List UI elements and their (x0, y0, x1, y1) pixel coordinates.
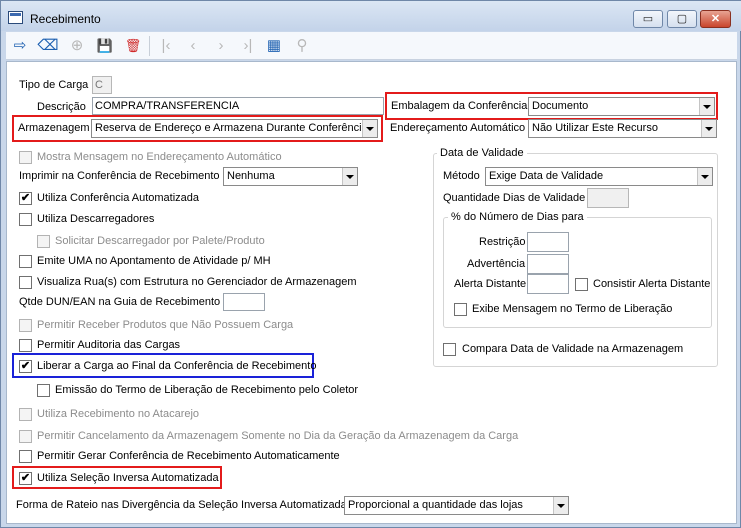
armazenagem-select[interactable]: Reserva de Endereço e Armazena Durante C… (91, 119, 378, 138)
add-icon[interactable]: ⊕ (66, 35, 88, 57)
utiliza-atacarejo-checkbox[interactable] (19, 408, 32, 421)
title-bar: Recebimento ▭ ▢ ✕ (1, 1, 741, 31)
enderecamento-label: Endereçamento Automático (390, 122, 526, 134)
imprimir-select[interactable]: Nenhuma (223, 167, 358, 186)
quantidade-dias-label: Quantidade Dias de Validade (443, 192, 586, 204)
imprimir-label: Imprimir na Conferência de Recebimento (19, 170, 220, 182)
solicitar-descarregador-label: Solicitar Descarregador por Palete/Produ… (55, 235, 265, 247)
consistir-alerta-label: Consistir Alerta Distante (593, 278, 711, 290)
embalagem-value: Documento (532, 100, 589, 112)
delete-icon[interactable]: 🗑 (122, 35, 144, 57)
permitir-gerar-checkbox[interactable] (19, 450, 32, 463)
enderecamento-value: Não Utilizar Este Recurso (532, 122, 658, 134)
emissao-termo-checkbox[interactable] (37, 384, 50, 397)
qtde-dun-input[interactable] (223, 293, 265, 311)
tipo-carga-field[interactable]: C (92, 76, 112, 94)
eraser-icon[interactable]: ⌫ (37, 35, 59, 57)
alerta-distante-input[interactable] (527, 274, 569, 294)
embalagem-label: Embalagem da Conferência (391, 100, 528, 112)
metodo-label: Método (443, 170, 480, 182)
next-icon[interactable]: › (210, 35, 232, 57)
metodo-select[interactable]: Exige Data de Validade (485, 167, 713, 186)
chevron-down-icon[interactable] (553, 497, 568, 514)
forma-rateio-value: Proporcional a quantidade das lojas (348, 499, 523, 511)
grid-icon[interactable]: ▦ (263, 35, 285, 57)
toolbar: ⇨ ⌫ ⊕ 💾 🗑 |‹ ‹ › ›| ▦ ⚲ (6, 32, 737, 60)
utiliza-conferencia-label: Utiliza Conferência Automatizada (37, 192, 200, 204)
permitir-cancelamento-label: Permitir Cancelamento da Armazenagem Som… (37, 430, 519, 442)
emite-uma-checkbox[interactable] (19, 255, 32, 268)
permitir-receber-checkbox[interactable] (19, 319, 32, 332)
window-app-icon (8, 11, 23, 24)
permitir-auditoria-label: Permitir Auditoria das Cargas (37, 339, 181, 351)
window: Recebimento ▭ ▢ ✕ ⇨ ⌫ ⊕ 💾 🗑 |‹ ‹ › ›| ▦ … (0, 0, 741, 528)
window-title: Recebimento (30, 12, 101, 26)
utiliza-descarregadores-checkbox[interactable] (19, 213, 32, 226)
utiliza-atacarejo-label: Utiliza Recebimento no Atacarejo (37, 408, 200, 420)
permitir-auditoria-checkbox[interactable] (19, 339, 32, 352)
armazenagem-label: Armazenagem (18, 122, 90, 134)
prev-icon[interactable]: ‹ (182, 35, 204, 57)
exibe-mensagem-label: Exibe Mensagem no Termo de Liberação (472, 303, 673, 315)
maximize-button[interactable]: ▢ (667, 10, 697, 28)
form-panel: Tipo de Carga C Descrição COMPRA/TRANSFE… (6, 61, 737, 524)
toolbar-separator (149, 36, 150, 56)
percentual-title: % do Número de Dias para (448, 210, 587, 224)
visualiza-rua-label: Visualiza Rua(s) com Estrutura no Gerenc… (37, 276, 357, 288)
quantidade-dias-input[interactable] (587, 188, 629, 208)
enderecamento-select[interactable]: Não Utilizar Este Recurso (528, 119, 717, 138)
chevron-down-icon[interactable] (362, 120, 377, 137)
consistir-alerta-checkbox[interactable] (575, 278, 588, 291)
restricao-label: Restrição (479, 236, 526, 248)
selecao-inversa-label: Utiliza Seleção Inversa Automatizada (37, 472, 219, 484)
utiliza-conferencia-checkbox[interactable]: ✔ (19, 192, 32, 205)
qtde-dun-label: Qtde DUN/EAN na Guia de Recebimento (19, 296, 221, 308)
solicitar-descarregador-checkbox[interactable] (37, 235, 50, 248)
descricao-label: Descrição (37, 101, 86, 113)
permitir-receber-label: Permitir Receber Produtos que Não Possue… (37, 319, 294, 331)
close-button[interactable]: ✕ (700, 10, 731, 28)
exibe-mensagem-checkbox[interactable] (454, 303, 467, 316)
selecao-inversa-checkbox[interactable]: ✔ (19, 472, 32, 485)
search-icon[interactable]: ⚲ (291, 35, 313, 57)
restricao-input[interactable] (527, 232, 569, 252)
permitir-gerar-label: Permitir Gerar Conferência de Recebiment… (37, 450, 340, 462)
minimize-button[interactable]: ▭ (633, 10, 663, 28)
alerta-distante-label: Alerta Distante (454, 278, 527, 290)
armazenagem-value: Reserva de Endereço e Armazena Durante C… (95, 122, 368, 134)
tipo-carga-label: Tipo de Carga (19, 79, 89, 91)
imprimir-value: Nenhuma (227, 170, 275, 182)
emissao-termo-label: Emissão do Termo de Liberação de Recebim… (55, 384, 359, 396)
compara-validade-label: Compara Data de Validade na Armazenagem (462, 343, 684, 355)
visualiza-rua-checkbox[interactable] (19, 276, 32, 289)
advertencia-input[interactable] (527, 254, 569, 274)
liberar-carga-label: Liberar a Carga ao Final da Conferência … (37, 360, 317, 372)
save-icon[interactable]: 💾 (94, 35, 116, 57)
metodo-value: Exige Data de Validade (489, 170, 604, 182)
compara-validade-checkbox[interactable] (443, 343, 456, 356)
emite-uma-label: Emite UMA no Apontamento de Atividade p/… (37, 255, 271, 267)
descricao-input[interactable]: COMPRA/TRANSFERENCIA (92, 97, 384, 115)
mostra-mensagem-label: Mostra Mensagem no Endereçamento Automát… (37, 151, 282, 163)
data-validade-title: Data de Validade (437, 146, 527, 160)
forma-rateio-label: Forma de Rateio nas Divergência da Seleç… (16, 499, 347, 511)
permitir-cancelamento-checkbox[interactable] (19, 430, 32, 443)
last-icon[interactable]: ›| (237, 35, 259, 57)
chevron-down-icon[interactable] (699, 98, 714, 115)
first-icon[interactable]: |‹ (155, 35, 177, 57)
forma-rateio-select[interactable]: Proporcional a quantidade das lojas (344, 496, 569, 515)
chevron-down-icon[interactable] (697, 168, 712, 185)
liberar-carga-checkbox[interactable]: ✔ (19, 360, 32, 373)
utiliza-descarregadores-label: Utiliza Descarregadores (37, 213, 155, 225)
chevron-down-icon[interactable] (342, 168, 357, 185)
exit-icon[interactable]: ⇨ (9, 35, 31, 57)
advertencia-label: Advertência (467, 258, 526, 270)
chevron-down-icon[interactable] (701, 120, 716, 137)
mostra-mensagem-checkbox[interactable] (19, 151, 32, 164)
embalagem-select[interactable]: Documento (528, 97, 715, 116)
